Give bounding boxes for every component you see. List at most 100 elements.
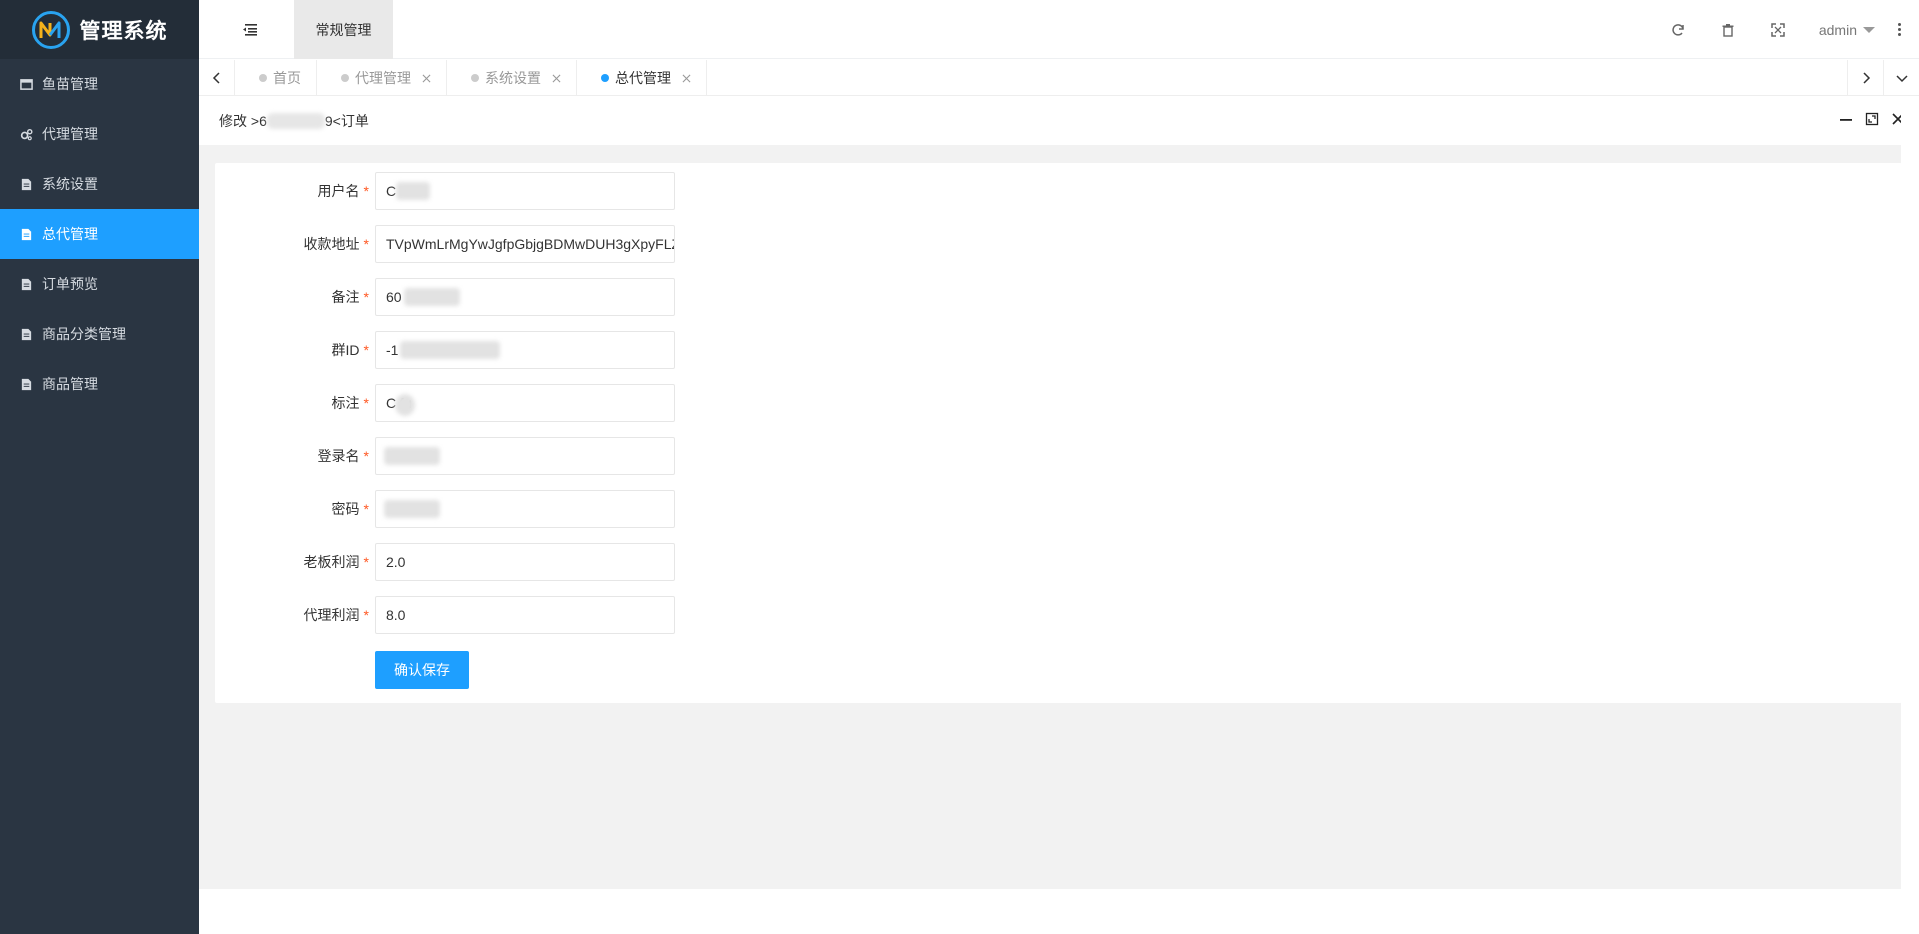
form-row-agent-profit: 代理利润 * 8.0 <box>215 596 775 634</box>
sidebar-item-label: 总代管理 <box>42 226 98 242</box>
logo-icon <box>31 10 70 49</box>
field-label: 老板利润 * <box>303 554 369 570</box>
maximize-icon[interactable] <box>1865 112 1879 126</box>
redacted-mask <box>384 447 440 465</box>
tab-dot <box>471 74 479 82</box>
file-icon <box>19 377 33 391</box>
tabs-scroll-right-icon[interactable] <box>1847 60 1883 96</box>
tabs-controls <box>1847 60 1919 96</box>
page-tabs-bar: 首页 代理管理 系统设置 总代管理 <box>199 60 1919 96</box>
tabs-scroll-left-icon[interactable] <box>199 60 235 96</box>
top-tab-general[interactable]: 常规管理 <box>294 0 393 59</box>
field-label: 标注 * <box>331 395 369 411</box>
field-value: TVpWmLrMgYwJgfpGbjgBDMwDUH3gXpyFLZ <box>386 236 675 252</box>
tab-general-agent[interactable]: 总代管理 <box>577 60 707 96</box>
gears-icon <box>19 127 33 141</box>
password-field[interactable] <box>375 490 675 528</box>
content-area: 用户名 * C 收款地址 * TVpWmLrMgYwJgfpGbjgBDMwDUH3… <box>199 145 1902 889</box>
file-icon <box>19 227 33 241</box>
tab-label: 代理管理 <box>355 70 411 86</box>
tab-close-icon[interactable] <box>551 73 561 83</box>
login-name-field[interactable] <box>375 437 675 475</box>
save-button[interactable]: 确认保存 <box>375 651 469 689</box>
redacted-mask <box>395 394 415 416</box>
sidebar-item-product[interactable]: 商品管理 <box>0 359 199 409</box>
group-id-field[interactable]: -1 <box>375 331 675 369</box>
right-edge <box>1901 97 1919 934</box>
username-field[interactable]: C <box>375 172 675 210</box>
sidebar-item-general-agent[interactable]: 总代管理 <box>0 209 199 259</box>
tab-label: 首页 <box>273 70 301 86</box>
field-label: 用户名 * <box>317 183 369 199</box>
field-label-text: 备注 <box>331 289 360 305</box>
sidebar-item-system-settings[interactable]: 系统设置 <box>0 159 199 209</box>
file-icon <box>19 327 33 341</box>
sidebar-item-label: 代理管理 <box>42 126 98 142</box>
field-value: C <box>386 183 397 199</box>
tag-field[interactable]: C fu <box>375 384 675 422</box>
sidebar: 管理系统 鱼苗管理 代理管理 系统设置 总代管理 订单预览 商品分类管理 商品管… <box>0 0 199 934</box>
sidebar-item-fish-fry[interactable]: 鱼苗管理 <box>0 59 199 109</box>
field-value: 8.0 <box>386 607 406 623</box>
sidebar-item-label: 订单预览 <box>42 276 98 292</box>
field-label-text: 标注 <box>331 395 360 411</box>
tab-label: 系统设置 <box>485 70 541 86</box>
field-value: 2.0 <box>386 554 406 570</box>
layer-title-bar: 修改 >6 9<订单 <box>199 97 1919 145</box>
minimize-icon[interactable] <box>1839 112 1853 126</box>
caret-down-icon <box>1863 26 1875 33</box>
fullscreen-icon[interactable] <box>1770 22 1786 38</box>
form-row-username: 用户名 * C <box>215 172 775 210</box>
sidebar-nav: 鱼苗管理 代理管理 系统设置 总代管理 订单预览 商品分类管理 商品管理 <box>0 59 199 409</box>
tab-close-icon[interactable] <box>681 73 691 83</box>
field-label-text: 收款地址 <box>303 236 360 252</box>
tabs-menu-chevron-down-icon[interactable] <box>1883 60 1919 96</box>
field-label-text: 群ID <box>331 342 360 358</box>
trash-icon[interactable] <box>1720 22 1736 38</box>
tab-dot <box>259 74 267 82</box>
form-row-remark: 备注 * 60 <box>215 278 775 316</box>
agent-profit-field[interactable]: 8.0 <box>375 596 675 634</box>
refresh-icon[interactable] <box>1670 22 1686 38</box>
form-row-group-id: 群ID * -1 <box>215 331 775 369</box>
user-menu[interactable]: admin <box>1819 22 1875 38</box>
field-label: 代理利润 * <box>303 607 369 623</box>
redacted-mask <box>266 113 325 129</box>
tabs: 首页 代理管理 系统设置 总代管理 <box>235 60 1847 96</box>
form-row-payment-address: 收款地址 * TVpWmLrMgYwJgfpGbjgBDMwDUH3gXpyFLZ <box>215 225 775 263</box>
sidebar-item-label: 商品分类管理 <box>42 326 126 342</box>
remark-field[interactable]: 60 <box>375 278 675 316</box>
redacted-mask <box>404 288 460 306</box>
field-value: 60 <box>386 289 402 305</box>
tab-dot <box>341 74 349 82</box>
more-vertical-icon[interactable] <box>1889 23 1909 36</box>
payment-address-field[interactable]: TVpWmLrMgYwJgfpGbjgBDMwDUH3gXpyFLZ <box>375 225 675 263</box>
tab-dot <box>601 74 609 82</box>
field-label: 密码 * <box>331 501 369 517</box>
redacted-mask <box>396 182 430 200</box>
edit-form-panel: 用户名 * C 收款地址 * TVpWmLrMgYwJgfpGbjgBDMwDUH3… <box>215 163 1902 703</box>
sidebar-item-label: 系统设置 <box>42 176 98 192</box>
form-row-login-name: 登录名 * <box>215 437 775 475</box>
username-label: admin <box>1818 21 1857 38</box>
tab-close-icon[interactable] <box>421 73 431 83</box>
logo[interactable]: 管理系统 <box>0 0 199 59</box>
app-title: 管理系统 <box>79 19 168 43</box>
sidebar-item-agent[interactable]: 代理管理 <box>0 109 199 159</box>
tab-agent[interactable]: 代理管理 <box>317 60 447 96</box>
sidebar-item-product-category[interactable]: 商品分类管理 <box>0 309 199 359</box>
tab-system-settings[interactable]: 系统设置 <box>447 60 577 96</box>
sidebar-toggle-icon[interactable] <box>241 20 259 38</box>
boss-profit-field[interactable]: 2.0 <box>375 543 675 581</box>
tab-home[interactable]: 首页 <box>235 60 317 96</box>
field-label: 登录名 * <box>317 448 369 464</box>
field-label-text: 密码 <box>331 501 360 517</box>
redacted-mask <box>384 500 440 518</box>
field-label-text: 老板利润 <box>303 554 360 570</box>
file-icon <box>19 277 33 291</box>
form-row-tag: 标注* C fu <box>215 384 775 422</box>
field-label: 备注 * <box>331 289 369 305</box>
redacted-mask <box>400 341 500 359</box>
file-icon <box>19 177 33 191</box>
sidebar-item-order-preview[interactable]: 订单预览 <box>0 259 199 309</box>
